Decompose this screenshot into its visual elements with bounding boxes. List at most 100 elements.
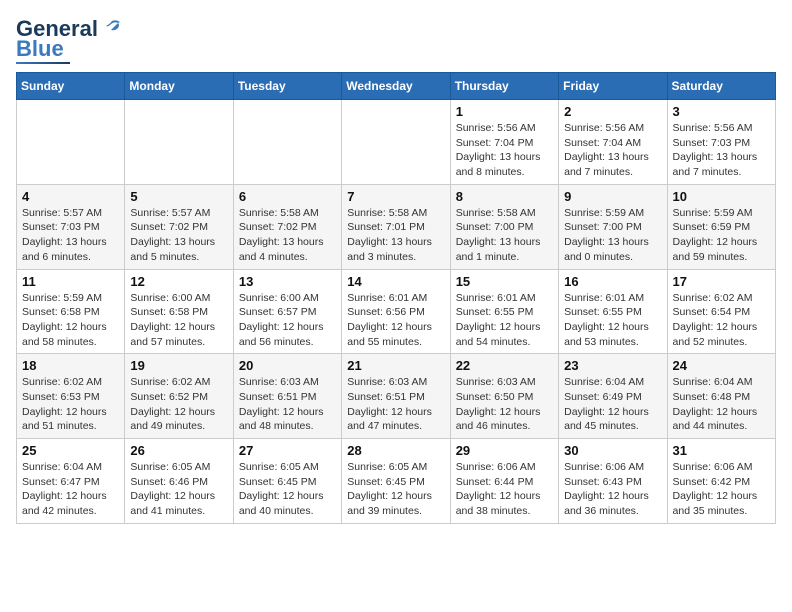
week-row-1: 1 Sunrise: 5:56 AM Sunset: 7:04 PM Daylig… [17, 100, 776, 185]
day-number: 30 [564, 443, 661, 458]
day-number: 5 [130, 189, 227, 204]
page-header: General Blue [16, 16, 776, 64]
day-number: 20 [239, 358, 336, 373]
logo-text-block: General Blue [16, 16, 122, 64]
calendar-cell: 26 Sunrise: 6:05 AM Sunset: 6:46 PM Dayli… [125, 439, 233, 524]
calendar-cell: 4Sunrise: 5:57 AM Sunset: 7:03 PM Daylig… [17, 184, 125, 269]
day-info: Sunrise: 5:56 AM Sunset: 7:04 AM Dayligh… [564, 121, 661, 180]
day-info: Sunrise: 6:06 AM Sunset: 6:44 PM Dayligh… [456, 460, 553, 519]
calendar-cell: 1 Sunrise: 5:56 AM Sunset: 7:04 PM Daylig… [450, 100, 558, 185]
calendar-cell: 5 Sunrise: 5:57 AM Sunset: 7:02 PM Daylig… [125, 184, 233, 269]
day-number: 10 [673, 189, 770, 204]
day-info: Sunrise: 6:00 AM Sunset: 6:57 PM Dayligh… [239, 291, 336, 350]
calendar-cell: 8 Sunrise: 5:58 AM Sunset: 7:00 PM Daylig… [450, 184, 558, 269]
day-info: Sunrise: 6:02 AM Sunset: 6:54 PM Dayligh… [673, 291, 770, 350]
day-info: Sunrise: 5:56 AM Sunset: 7:03 PM Dayligh… [673, 121, 770, 180]
day-number: 11 [22, 274, 119, 289]
day-info: Sunrise: 5:58 AM Sunset: 7:01 PM Dayligh… [347, 206, 444, 265]
calendar-cell: 17 Sunrise: 6:02 AM Sunset: 6:54 PM Dayli… [667, 269, 775, 354]
day-number: 13 [239, 274, 336, 289]
calendar-cell: 22 Sunrise: 6:03 AM Sunset: 6:50 PM Dayli… [450, 354, 558, 439]
day-header-saturday: Saturday [667, 73, 775, 100]
day-info: Sunrise: 6:04 AM Sunset: 6:49 PM Dayligh… [564, 375, 661, 434]
calendar-header-row: SundayMondayTuesdayWednesdayThursdayFrid… [17, 73, 776, 100]
day-number: 8 [456, 189, 553, 204]
day-number: 27 [239, 443, 336, 458]
calendar-cell: 27 Sunrise: 6:05 AM Sunset: 6:45 PM Dayli… [233, 439, 341, 524]
calendar-cell [125, 100, 233, 185]
day-info: Sunrise: 6:01 AM Sunset: 6:55 PM Dayligh… [564, 291, 661, 350]
day-info: Sunrise: 6:02 AM Sunset: 6:53 PM Dayligh… [22, 375, 119, 434]
day-info: Sunrise: 6:05 AM Sunset: 6:45 PM Dayligh… [347, 460, 444, 519]
calendar-cell: 23 Sunrise: 6:04 AM Sunset: 6:49 PM Dayli… [559, 354, 667, 439]
calendar-cell: 31 Sunrise: 6:06 AM Sunset: 6:42 PM Dayli… [667, 439, 775, 524]
day-info: Sunrise: 6:01 AM Sunset: 6:55 PM Dayligh… [456, 291, 553, 350]
day-number: 23 [564, 358, 661, 373]
calendar-cell: 21 Sunrise: 6:03 AM Sunset: 6:51 PM Dayli… [342, 354, 450, 439]
day-header-monday: Monday [125, 73, 233, 100]
calendar-cell: 18 Sunrise: 6:02 AM Sunset: 6:53 PM Dayli… [17, 354, 125, 439]
day-number: 19 [130, 358, 227, 373]
calendar-cell: 24Sunrise: 6:04 AM Sunset: 6:48 PM Dayli… [667, 354, 775, 439]
day-number: 22 [456, 358, 553, 373]
calendar-cell: 20Sunrise: 6:03 AM Sunset: 6:51 PM Dayli… [233, 354, 341, 439]
logo: General Blue [16, 16, 122, 64]
calendar-cell: 7 Sunrise: 5:58 AM Sunset: 7:01 PM Daylig… [342, 184, 450, 269]
week-row-3: 11Sunrise: 5:59 AM Sunset: 6:58 PM Dayli… [17, 269, 776, 354]
day-info: Sunrise: 5:58 AM Sunset: 7:00 PM Dayligh… [456, 206, 553, 265]
calendar-cell: 10Sunrise: 5:59 AM Sunset: 6:59 PM Dayli… [667, 184, 775, 269]
calendar-cell: 9Sunrise: 5:59 AM Sunset: 7:00 PM Daylig… [559, 184, 667, 269]
day-info: Sunrise: 5:57 AM Sunset: 7:02 PM Dayligh… [130, 206, 227, 265]
day-info: Sunrise: 6:04 AM Sunset: 6:47 PM Dayligh… [22, 460, 119, 519]
day-info: Sunrise: 6:00 AM Sunset: 6:58 PM Dayligh… [130, 291, 227, 350]
day-number: 1 [456, 104, 553, 119]
calendar-cell: 6Sunrise: 5:58 AM Sunset: 7:02 PM Daylig… [233, 184, 341, 269]
calendar-cell: 16Sunrise: 6:01 AM Sunset: 6:55 PM Dayli… [559, 269, 667, 354]
day-number: 29 [456, 443, 553, 458]
calendar-cell: 19Sunrise: 6:02 AM Sunset: 6:52 PM Dayli… [125, 354, 233, 439]
day-info: Sunrise: 6:03 AM Sunset: 6:50 PM Dayligh… [456, 375, 553, 434]
day-info: Sunrise: 5:56 AM Sunset: 7:04 PM Dayligh… [456, 121, 553, 180]
logo-divider [16, 62, 70, 64]
calendar-cell: 29 Sunrise: 6:06 AM Sunset: 6:44 PM Dayli… [450, 439, 558, 524]
day-number: 21 [347, 358, 444, 373]
week-row-5: 25 Sunrise: 6:04 AM Sunset: 6:47 PM Dayli… [17, 439, 776, 524]
day-header-tuesday: Tuesday [233, 73, 341, 100]
day-info: Sunrise: 6:05 AM Sunset: 6:46 PM Dayligh… [130, 460, 227, 519]
calendar-cell [17, 100, 125, 185]
day-number: 2 [564, 104, 661, 119]
day-number: 26 [130, 443, 227, 458]
day-header-friday: Friday [559, 73, 667, 100]
day-header-wednesday: Wednesday [342, 73, 450, 100]
day-number: 25 [22, 443, 119, 458]
day-info: Sunrise: 6:01 AM Sunset: 6:56 PM Dayligh… [347, 291, 444, 350]
day-info: Sunrise: 6:05 AM Sunset: 6:45 PM Dayligh… [239, 460, 336, 519]
day-info: Sunrise: 6:06 AM Sunset: 6:43 PM Dayligh… [564, 460, 661, 519]
logo-blue: Blue [16, 38, 64, 60]
day-number: 14 [347, 274, 444, 289]
day-number: 12 [130, 274, 227, 289]
day-number: 7 [347, 189, 444, 204]
calendar-cell [233, 100, 341, 185]
calendar-cell: 2 Sunrise: 5:56 AM Sunset: 7:04 AM Daylig… [559, 100, 667, 185]
day-number: 18 [22, 358, 119, 373]
day-number: 28 [347, 443, 444, 458]
day-info: Sunrise: 6:03 AM Sunset: 6:51 PM Dayligh… [347, 375, 444, 434]
day-number: 31 [673, 443, 770, 458]
day-info: Sunrise: 6:04 AM Sunset: 6:48 PM Dayligh… [673, 375, 770, 434]
calendar-cell: 25 Sunrise: 6:04 AM Sunset: 6:47 PM Dayli… [17, 439, 125, 524]
day-info: Sunrise: 6:06 AM Sunset: 6:42 PM Dayligh… [673, 460, 770, 519]
day-number: 17 [673, 274, 770, 289]
week-row-4: 18 Sunrise: 6:02 AM Sunset: 6:53 PM Dayli… [17, 354, 776, 439]
day-info: Sunrise: 5:59 AM Sunset: 7:00 PM Dayligh… [564, 206, 661, 265]
calendar-cell: 3 Sunrise: 5:56 AM Sunset: 7:03 PM Daylig… [667, 100, 775, 185]
day-number: 3 [673, 104, 770, 119]
day-header-thursday: Thursday [450, 73, 558, 100]
calendar-cell: 13 Sunrise: 6:00 AM Sunset: 6:57 PM Dayli… [233, 269, 341, 354]
day-number: 15 [456, 274, 553, 289]
calendar-cell: 12 Sunrise: 6:00 AM Sunset: 6:58 PM Dayli… [125, 269, 233, 354]
calendar-table: SundayMondayTuesdayWednesdayThursdayFrid… [16, 72, 776, 524]
logo-bird-icon [100, 19, 122, 41]
calendar-cell: 30 Sunrise: 6:06 AM Sunset: 6:43 PM Dayli… [559, 439, 667, 524]
calendar-cell: 15 Sunrise: 6:01 AM Sunset: 6:55 PM Dayli… [450, 269, 558, 354]
